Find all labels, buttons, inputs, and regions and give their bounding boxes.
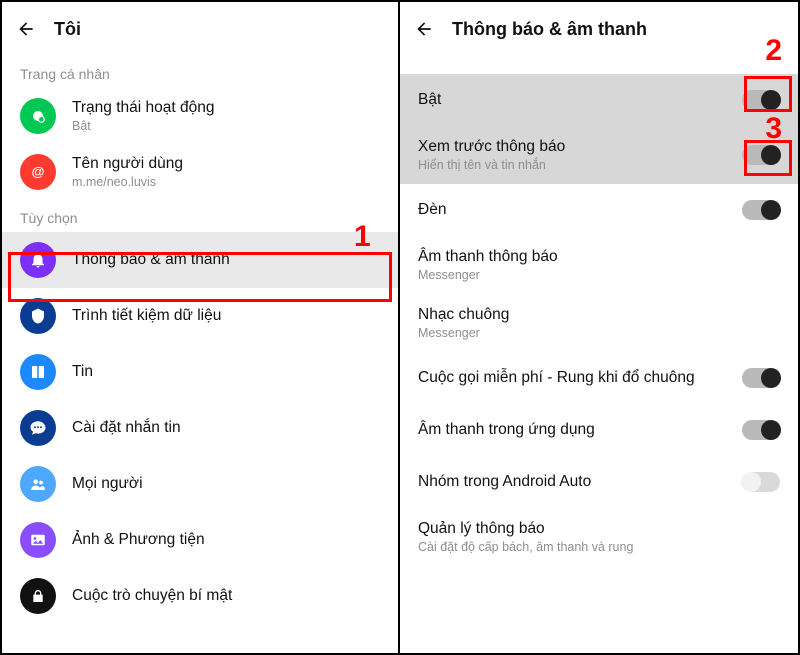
story-icon <box>20 354 56 390</box>
row-label: Tin <box>72 363 93 381</box>
row-secret-conversations[interactable]: Cuộc trò chuyện bí mật <box>2 568 398 624</box>
r-label: Xem trước thông báo <box>418 138 565 156</box>
left-pane: Tôi Trang cá nhân Trạng thái hoạt động B… <box>2 2 400 653</box>
row-label: Trạng thái hoạt động <box>72 99 214 117</box>
row-preview[interactable]: Xem trước thông báo Hiển thị tên và tin … <box>400 126 798 184</box>
r-label: Âm thanh trong ứng dụng <box>418 421 595 439</box>
row-inapp-sound[interactable]: Âm thanh trong ứng dụng <box>400 404 798 456</box>
right-title: Thông báo & âm thanh <box>452 19 647 40</box>
section-personal-label: Trang cá nhân <box>2 56 398 88</box>
row-manage-notifs[interactable]: Quản lý thông báo Cài đặt độ cấp bách, â… <box>400 508 798 566</box>
r-label: Âm thanh thông báo <box>418 248 558 266</box>
section-options-label: Tùy chọn <box>2 200 398 232</box>
r-sub: Cài đặt độ cấp bách, âm thanh và rung <box>418 540 633 554</box>
r-label: Bật <box>418 91 441 109</box>
row-label: Mọi người <box>72 475 143 493</box>
left-header: Tôi <box>2 2 398 56</box>
toggle-free-call[interactable] <box>742 368 780 388</box>
row-enable[interactable]: Bật <box>400 74 798 126</box>
row-android-auto[interactable]: Nhóm trong Android Auto <box>400 456 798 508</box>
toggle-light[interactable] <box>742 200 780 220</box>
row-free-call-vibrate[interactable]: Cuộc gọi miễn phí - Rung khi đổ chuông <box>400 352 798 404</box>
row-notif-sound[interactable]: Âm thanh thông báo Messenger <box>400 236 798 294</box>
row-label: Trình tiết kiệm dữ liệu <box>72 307 221 325</box>
back-arrow-icon[interactable] <box>414 19 434 39</box>
status-icon <box>20 98 56 134</box>
row-label: Ảnh & Phương tiện <box>72 531 205 549</box>
lock-icon <box>20 578 56 614</box>
r-label: Cuộc gọi miễn phí - Rung khi đổ chuông <box>418 369 695 387</box>
toggle-enable[interactable] <box>742 90 780 110</box>
chat-icon <box>20 410 56 446</box>
row-notifications-sounds[interactable]: Thông báo & âm thanh <box>2 232 398 288</box>
row-sub: m.me/neo.luvis <box>72 175 183 189</box>
people-icon <box>20 466 56 502</box>
row-label: Tên người dùng <box>72 155 183 173</box>
row-sub: Bật <box>72 119 214 133</box>
row-label: Cài đặt nhắn tin <box>72 419 181 437</box>
right-pane: Thông báo & âm thanh Bật Xem trước thông… <box>400 2 798 653</box>
row-photos-media[interactable]: Ảnh & Phương tiện <box>2 512 398 568</box>
toggle-preview[interactable] <box>742 145 780 165</box>
row-people[interactable]: Mọi người <box>2 456 398 512</box>
photo-icon <box>20 522 56 558</box>
row-data-saver[interactable]: Trình tiết kiệm dữ liệu <box>2 288 398 344</box>
row-activity-status[interactable]: Trạng thái hoạt động Bật <box>2 88 398 144</box>
row-label: Thông báo & âm thanh <box>72 251 230 269</box>
svg-text:@: @ <box>32 164 45 179</box>
bell-icon <box>20 242 56 278</box>
r-label: Nhạc chuông <box>418 306 509 324</box>
at-icon: @ <box>20 154 56 190</box>
r-label: Nhóm trong Android Auto <box>418 473 591 491</box>
toggle-inapp[interactable] <box>742 420 780 440</box>
r-label: Đèn <box>418 201 446 219</box>
back-arrow-icon[interactable] <box>16 19 36 39</box>
row-light[interactable]: Đèn <box>400 184 798 236</box>
row-label: Cuộc trò chuyện bí mật <box>72 587 232 605</box>
r-sub: Hiển thị tên và tin nhắn <box>418 158 565 172</box>
toggle-android-auto[interactable] <box>742 472 780 492</box>
row-story[interactable]: Tin <box>2 344 398 400</box>
row-message-settings[interactable]: Cài đặt nhắn tin <box>2 400 398 456</box>
row-username[interactable]: @ Tên người dùng m.me/neo.luvis <box>2 144 398 200</box>
r-sub: Messenger <box>418 268 558 282</box>
r-label: Quản lý thông báo <box>418 520 633 538</box>
r-sub: Messenger <box>418 326 509 340</box>
left-title: Tôi <box>54 19 81 40</box>
right-header: Thông báo & âm thanh <box>400 2 798 56</box>
shield-icon <box>20 298 56 334</box>
row-ringtone[interactable]: Nhạc chuông Messenger <box>400 294 798 352</box>
